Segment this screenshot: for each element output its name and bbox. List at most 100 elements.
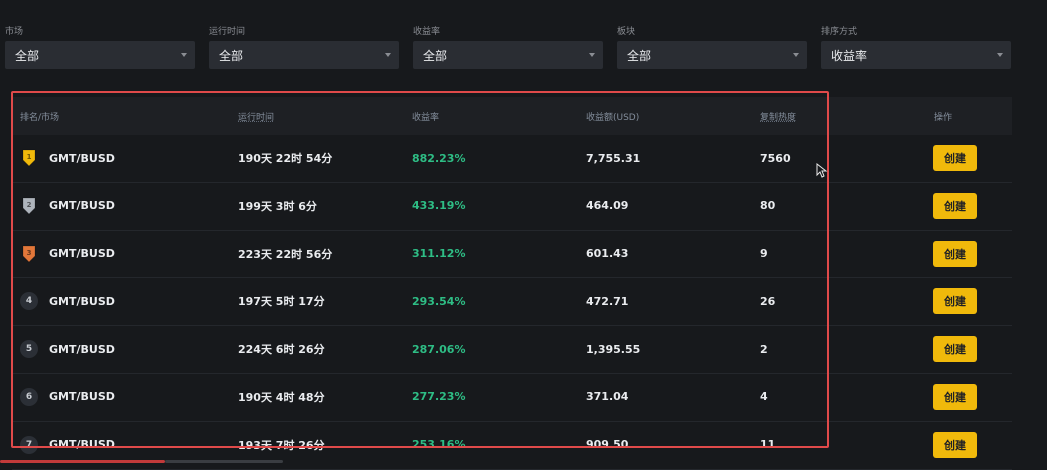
filter-sort: 排序方式 收益率 xyxy=(821,26,1011,69)
filter-sector-label: 板块 xyxy=(617,27,636,37)
create-button[interactable]: 创建 xyxy=(933,336,977,363)
filter-sector-select[interactable]: 全部 xyxy=(617,41,807,69)
chevron-down-icon xyxy=(997,53,1003,57)
roi-value: 433.19% xyxy=(412,199,466,213)
table-row[interactable]: 2 GMT/BUSD 199天 3时 6分 433.19% 464.09 80 创建 xyxy=(12,183,1012,231)
runtime-value: 190天 22时 54分 xyxy=(238,152,333,165)
table-body: 1 GMT/BUSD 190天 22时 54分 882.23% 7,755.31 7560… xyxy=(12,135,1012,470)
rank-cell: 1 xyxy=(20,135,38,181)
filter-runtime-value: 全部 xyxy=(219,48,244,63)
medal-rank: 1 xyxy=(27,153,32,161)
filter-roi: 收益率 全部 xyxy=(413,26,603,69)
create-button[interactable]: 创建 xyxy=(933,145,977,171)
pnl-value: 464.09 xyxy=(586,199,629,213)
header-copies[interactable]: 复制热度 xyxy=(760,110,796,123)
filter-sort-label: 排序方式 xyxy=(821,27,858,37)
copies-value: 7560 xyxy=(760,151,791,165)
filter-runtime: 运行时间 全部 xyxy=(209,26,399,69)
table-row[interactable]: 3 GMT/BUSD 223天 22时 56分 311.12% 601.43 9 创建 xyxy=(12,231,1012,279)
roi-value: 882.23% xyxy=(412,151,466,165)
action-cell: 创建 xyxy=(933,231,977,277)
filter-roi-value: 全部 xyxy=(423,48,448,63)
table-row[interactable]: 5 GMT/BUSD 224天 6时 26分 287.06% 1,395.55 2 创建 xyxy=(12,326,1012,374)
create-button[interactable]: 创建 xyxy=(933,192,977,219)
runtime-value: 190天 4时 48分 xyxy=(238,390,325,404)
action-cell: 创建 xyxy=(933,135,977,181)
filter-roi-label: 收益率 xyxy=(413,27,441,37)
market-pair: GMT/BUSD xyxy=(49,294,115,308)
rank-cell: 4 xyxy=(20,278,38,324)
filter-roi-select[interactable]: 全部 xyxy=(413,41,603,69)
copies-value: 80 xyxy=(760,199,776,213)
market-pair: GMT/BUSD xyxy=(49,247,115,261)
filter-market-value: 全部 xyxy=(15,48,40,63)
chevron-down-icon xyxy=(181,53,187,57)
medal-rank: 2 xyxy=(27,201,32,209)
copies-value: 9 xyxy=(760,247,768,261)
filter-market-label: 市场 xyxy=(5,27,24,37)
filter-sector-value: 全部 xyxy=(627,48,652,63)
rank-number: 6 xyxy=(20,387,38,406)
market-pair: GMT/BUSD xyxy=(49,151,115,165)
create-button[interactable]: 创建 xyxy=(933,383,977,410)
market-pair: GMT/BUSD xyxy=(49,342,115,356)
create-button[interactable]: 创建 xyxy=(933,431,977,458)
filter-sort-select[interactable]: 收益率 xyxy=(821,41,1011,69)
market-pair: GMT/BUSD xyxy=(49,390,115,404)
table-row[interactable]: 4 GMT/BUSD 197天 5时 17分 293.54% 472.71 26 创建 xyxy=(12,278,1012,327)
roi-value: 277.23% xyxy=(412,390,466,404)
scrollbar-marker xyxy=(0,460,165,463)
chevron-down-icon xyxy=(385,53,391,57)
rank-number: 5 xyxy=(20,340,38,359)
roi-value: 311.12% xyxy=(412,247,466,261)
bronze-medal-icon: 3 xyxy=(22,245,36,263)
copies-value: 2 xyxy=(760,342,768,356)
header-action: 操作 xyxy=(934,113,953,123)
roi-value: 293.54% xyxy=(412,294,466,308)
chevron-down-icon xyxy=(589,53,595,57)
roi-value: 287.06% xyxy=(412,342,466,356)
action-cell: 创建 xyxy=(933,374,977,420)
action-cell: 创建 xyxy=(933,278,977,324)
rank-cell: 5 xyxy=(20,326,38,372)
rank-number: 4 xyxy=(20,292,38,311)
runtime-value: 224天 6时 26分 xyxy=(238,343,325,357)
filter-sort-value: 收益率 xyxy=(831,48,868,63)
filter-market-select[interactable]: 全部 xyxy=(5,41,195,69)
pnl-value: 1,395.55 xyxy=(586,342,641,356)
filter-market: 市场 全部 xyxy=(5,26,195,69)
chevron-down-icon xyxy=(793,53,799,57)
filter-sector: 板块 全部 xyxy=(617,26,807,69)
runtime-value: 197天 5时 17分 xyxy=(238,295,325,309)
filter-runtime-label: 运行时间 xyxy=(209,27,246,37)
runtime-value: 223天 22时 56分 xyxy=(238,247,333,261)
scrollbar-thumb[interactable] xyxy=(165,460,283,463)
rank-cell: 2 xyxy=(20,183,38,229)
header-roi[interactable]: 收益率 xyxy=(412,110,439,123)
header-runtime[interactable]: 运行时间 xyxy=(238,110,274,123)
rank-number: 7 xyxy=(20,435,38,454)
mouse-cursor-icon xyxy=(816,163,828,178)
gold-medal-icon: 1 xyxy=(22,149,36,167)
rank-cell: 6 xyxy=(20,374,38,420)
filter-bar: 市场 全部 运行时间 全部 收益率 全部 板块 全部 排序方式 收益率 xyxy=(0,0,1047,80)
rank-cell: 3 xyxy=(20,231,38,277)
action-cell: 创建 xyxy=(933,183,977,229)
table-row[interactable]: 1 GMT/BUSD 190天 22时 54分 882.23% 7,755.31 7560… xyxy=(12,135,1012,183)
market-pair: GMT/BUSD xyxy=(49,199,115,213)
runtime-value: 199天 3时 6分 xyxy=(238,199,317,213)
table-row[interactable]: 6 GMT/BUSD 190天 4时 48分 277.23% 371.04 4 创建 xyxy=(12,374,1012,422)
pnl-value: 7,755.31 xyxy=(586,151,641,165)
table-header: 排名/市场 运行时间 收益率 收益额(USD) 复制热度 操作 xyxy=(12,97,1012,135)
medal-rank: 3 xyxy=(27,249,32,257)
create-button[interactable]: 创建 xyxy=(933,240,977,267)
header-pnl[interactable]: 收益额(USD) xyxy=(586,110,639,123)
create-button[interactable]: 创建 xyxy=(933,288,977,315)
pnl-value: 472.71 xyxy=(586,294,629,308)
header-rank-market: 排名/市场 xyxy=(20,113,60,123)
copies-value: 4 xyxy=(760,390,768,404)
filter-runtime-select[interactable]: 全部 xyxy=(209,41,399,69)
pnl-value: 371.04 xyxy=(586,390,629,404)
copies-value: 26 xyxy=(760,294,776,308)
silver-medal-icon: 2 xyxy=(22,197,36,215)
